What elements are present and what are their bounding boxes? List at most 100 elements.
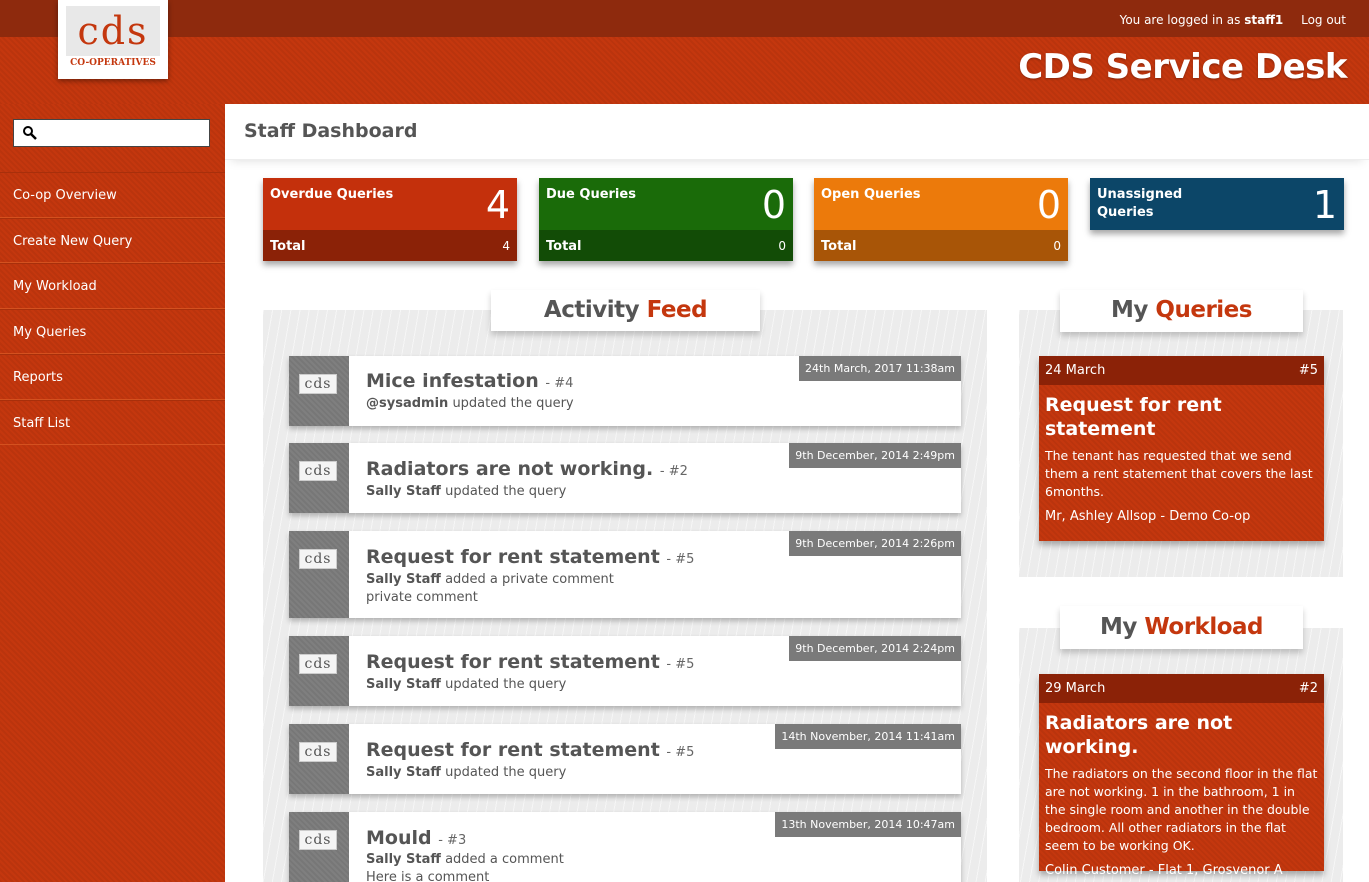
activity-item[interactable]: cds 24th March, 2017 11:38am Mice infest… — [289, 356, 961, 426]
activity-actor: Sally Staff — [366, 765, 441, 780]
card-header: 29 March #2 — [1039, 674, 1324, 703]
activity-actor: Sally Staff — [366, 484, 441, 499]
activity-title-text[interactable]: Radiators are not working. — [366, 458, 653, 480]
sidebar-nav: Co-op Overview Create New Query My Workl… — [0, 172, 225, 445]
card-title[interactable]: Radiators are not working. — [1039, 703, 1324, 759]
stat-total-label: Total — [821, 239, 857, 254]
activity-actor: Sally Staff — [366, 677, 441, 692]
card-title[interactable]: Request for rent statement — [1039, 385, 1324, 441]
sidebar-item-staff-list[interactable]: Staff List — [0, 399, 225, 445]
heading-part: Activity — [543, 297, 640, 323]
thumbnail-logo: cds — [299, 742, 337, 762]
activity-action: updated the query — [445, 765, 567, 780]
activity-ref: - #4 — [545, 376, 574, 391]
activity-title-text[interactable]: Request for rent statement — [366, 546, 660, 568]
stat-value: 0 — [1036, 183, 1061, 227]
heading-accent: Workload — [1144, 614, 1264, 640]
heading-accent: Queries — [1155, 297, 1252, 323]
stat-label: Unassigned Queries — [1097, 187, 1183, 220]
activity-actor: Sally Staff — [366, 852, 441, 867]
my-workload-card[interactable]: 29 March #2 Radiators are not working. Th… — [1039, 674, 1324, 878]
activity-actor: Sally Staff — [366, 572, 441, 587]
activity-actor: @sysadmin — [366, 396, 449, 411]
stat-total-label: Total — [546, 239, 582, 254]
stat-label: Open Queries — [821, 187, 921, 202]
main-content: Staff Dashboard Overdue Queries 4 Total 4 … — [225, 104, 1369, 882]
activity-title: Radiators are not working. - #2 — [366, 458, 688, 480]
stat-overdue-queries[interactable]: Overdue Queries 4 Total 4 — [263, 178, 517, 261]
activity-ref: - #5 — [666, 745, 695, 760]
sidebar-item-my-queries[interactable]: My Queries — [0, 308, 225, 354]
thumbnail: cds — [289, 636, 349, 706]
activity-title-text[interactable]: Mice infestation — [366, 370, 539, 392]
logout-link[interactable]: Log out — [1301, 13, 1346, 27]
heading-part: My — [1099, 614, 1137, 640]
stat-label: Overdue Queries — [270, 187, 394, 202]
activity-item[interactable]: cds 9th December, 2014 2:49pm Radiators … — [289, 443, 961, 513]
activity-ref: - #3 — [438, 833, 467, 848]
activity-desc: Sally Staff added a comment — [366, 852, 564, 867]
my-workload-heading: My Workload — [1060, 606, 1303, 649]
activity-title: Request for rent statement - #5 — [366, 739, 694, 761]
card-date: 29 March — [1045, 681, 1106, 696]
activity-item[interactable]: cds 9th December, 2014 2:26pm Request fo… — [289, 531, 961, 618]
stat-value: 1 — [1312, 183, 1337, 227]
activity-title-text[interactable]: Request for rent statement — [366, 651, 660, 673]
activity-title-text[interactable]: Mould — [366, 827, 432, 849]
thumbnail-logo: cds — [299, 549, 337, 569]
header-banner: CDS Service Desk — [0, 37, 1369, 104]
card-footer: Mr, Ashley Allsop - Demo Co-op — [1045, 509, 1251, 524]
stat-total-value: 4 — [502, 239, 510, 253]
login-status: You are logged in as staff1 Log out — [1120, 13, 1346, 27]
sidebar-item-create-new-query[interactable]: Create New Query — [0, 217, 225, 263]
login-prefix: You are logged in as — [1119, 13, 1241, 27]
activity-action: updated the query — [445, 677, 567, 692]
activity-desc: Sally Staff added a private comment — [366, 572, 614, 587]
activity-comment: Here is a comment — [366, 870, 490, 882]
sidebar: Co-op Overview Create New Query My Workl… — [0, 104, 225, 882]
activity-date: 14th November, 2014 11:41am — [775, 724, 961, 749]
thumbnail-logo: cds — [299, 374, 337, 394]
activity-title-text[interactable]: Request for rent statement — [366, 739, 660, 761]
stat-value: 4 — [485, 183, 510, 227]
activity-item[interactable]: cds 9th December, 2014 2:24pm Request fo… — [289, 636, 961, 706]
page-header: Staff Dashboard — [225, 104, 1369, 160]
thumbnail: cds — [289, 443, 349, 513]
thumbnail: cds — [289, 724, 349, 794]
thumbnail-logo: cds — [299, 654, 337, 674]
activity-date: 9th December, 2014 2:26pm — [789, 531, 961, 556]
card-id: #2 — [1298, 681, 1318, 696]
activity-date: 9th December, 2014 2:24pm — [789, 636, 961, 661]
activity-action: updated the query — [445, 484, 567, 499]
my-query-card[interactable]: 24 March #5 Request for rent statement Th… — [1039, 356, 1324, 541]
card-description: The radiators on the second floor in the… — [1045, 766, 1318, 853]
login-username: staff1 — [1244, 13, 1284, 27]
stat-total-value: 0 — [1053, 239, 1061, 253]
top-bar: You are logged in as staff1 Log out — [0, 0, 1369, 37]
card-header: 24 March #5 — [1039, 356, 1324, 385]
sidebar-item-my-workload[interactable]: My Workload — [0, 263, 225, 309]
activity-date: 13th November, 2014 10:47am — [775, 812, 961, 837]
stat-due-queries[interactable]: Due Queries 0 Total 0 — [539, 178, 793, 261]
card-description: The tenant has requested that we send th… — [1045, 448, 1313, 499]
activity-ref: - #2 — [659, 464, 688, 479]
card-id: #5 — [1298, 363, 1318, 378]
sidebar-item-coop-overview[interactable]: Co-op Overview — [0, 172, 225, 218]
logo[interactable]: cds CO-OPERATIVES — [58, 0, 168, 79]
activity-ref: - #5 — [666, 657, 695, 672]
search-input[interactable] — [13, 119, 210, 147]
logo-mark: cds — [66, 6, 160, 56]
search-icon — [23, 126, 37, 140]
sidebar-item-reports[interactable]: Reports — [0, 354, 225, 400]
heading-accent: Feed — [646, 297, 708, 323]
stat-unassigned-queries[interactable]: Unassigned Queries 1 — [1090, 178, 1344, 230]
activity-title: Mice infestation - #4 — [366, 370, 573, 392]
activity-ref: - #5 — [666, 552, 695, 567]
logo-subtitle: CO-OPERATIVES — [70, 58, 156, 68]
app-title: CDS Service Desk — [1018, 47, 1347, 87]
activity-item[interactable]: cds 13th November, 2014 10:47am Mould - … — [289, 812, 961, 882]
stat-open-queries[interactable]: Open Queries 0 Total 0 — [814, 178, 1068, 261]
stat-value: 0 — [761, 183, 786, 227]
activity-date: 9th December, 2014 2:49pm — [789, 443, 961, 468]
activity-item[interactable]: cds 14th November, 2014 11:41am Request … — [289, 724, 961, 794]
